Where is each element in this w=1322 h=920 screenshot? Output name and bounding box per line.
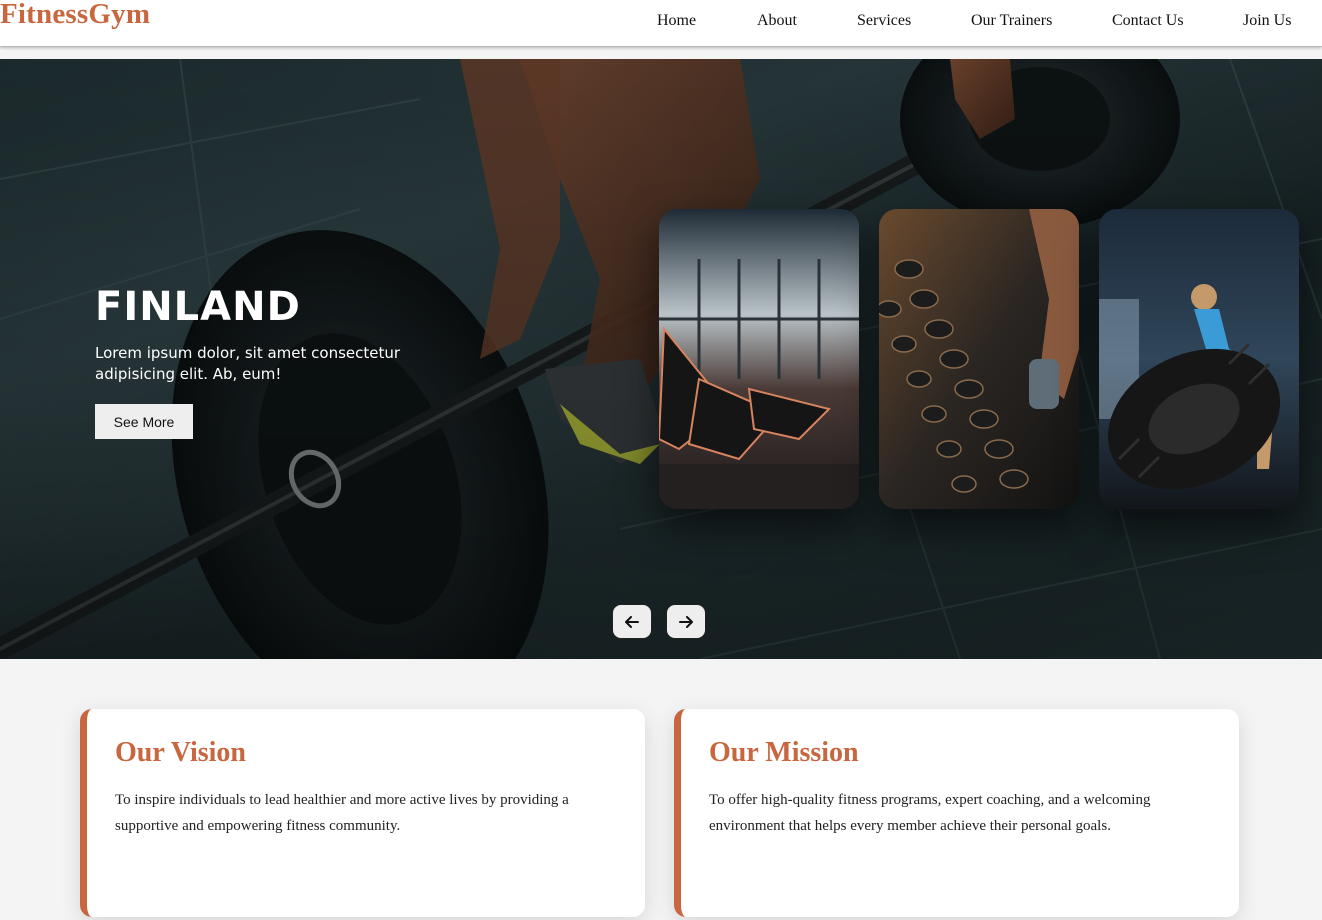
- dumbbell-card[interactable]: [879, 209, 1079, 509]
- nav-our-trainers[interactable]: Our Trainers: [971, 12, 1052, 30]
- hero-title: FINLAND: [95, 284, 301, 330]
- prev-slide-button[interactable]: [612, 604, 652, 639]
- arrow-right-icon: [679, 615, 693, 628]
- mission-title: Our Mission: [709, 737, 859, 768]
- mission-card: Our Mission To offer high-quality fitnes…: [674, 709, 1239, 917]
- treadmill-photo-icon: [659, 209, 859, 509]
- nav-join-us[interactable]: Join Us: [1243, 12, 1291, 30]
- nav-home[interactable]: Home: [657, 12, 696, 30]
- hero-description: Lorem ipsum dolor, sit amet consectetur …: [95, 344, 401, 383]
- dumbbell-rack-photo-icon: [879, 209, 1079, 509]
- see-more-button[interactable]: See More: [95, 404, 193, 439]
- treadmill-card[interactable]: [659, 209, 859, 509]
- next-slide-button[interactable]: [666, 604, 706, 639]
- arrow-left-icon: [625, 615, 639, 628]
- nav-about[interactable]: About: [757, 12, 797, 30]
- nav-services[interactable]: Services: [857, 12, 911, 30]
- navbar: FitnessGym Home About Services Our Train…: [0, 0, 1322, 47]
- mission-text: To offer high-quality fitness programs, …: [709, 792, 1151, 834]
- vision-title: Our Vision: [115, 737, 246, 768]
- tire-flip-card[interactable]: [1099, 209, 1299, 509]
- vision-card: Our Vision To inspire individuals to lea…: [80, 709, 645, 917]
- hero-slider: FINLAND Lorem ipsum dolor, sit amet cons…: [0, 59, 1322, 659]
- tire-flip-photo-icon: [1099, 209, 1299, 509]
- nav-contact-us[interactable]: Contact Us: [1112, 12, 1184, 30]
- nav-links: Home About Services Our Trainers Contact…: [0, 12, 1322, 34]
- vision-text: To inspire individuals to lead healthier…: [115, 792, 569, 834]
